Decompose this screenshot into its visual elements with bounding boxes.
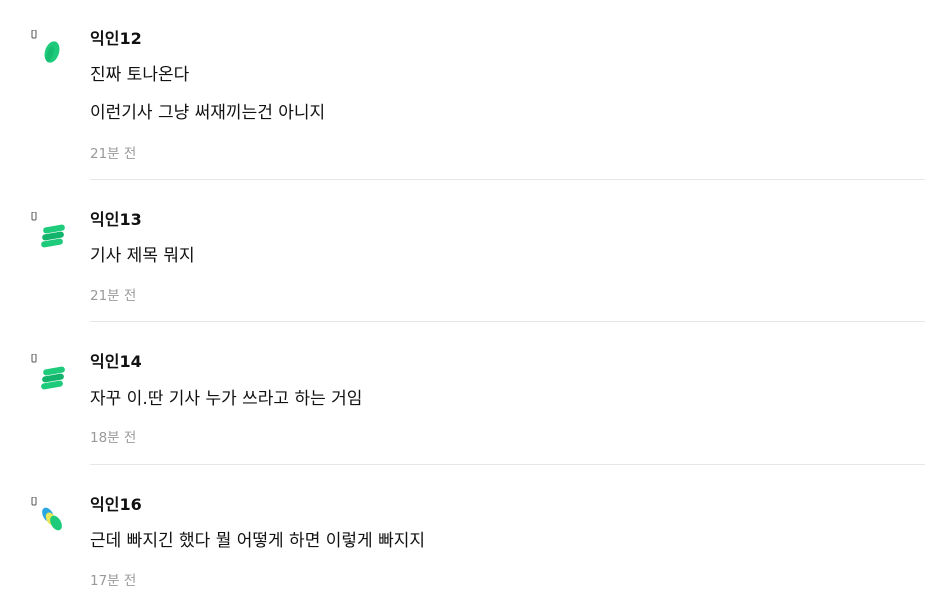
comment-author[interactable]: 익인16 [90, 495, 142, 515]
comment-item: 익인12 진짜 토나온다 이런기사 그냥 써재끼는건 아니지 21분 전 [0, 0, 925, 180]
comment-item: 익인14 자꾸 이.딴 기사 누가 쓰라고 하는 거임 18분 전 [0, 322, 925, 465]
comment-author[interactable]: 익인14 [90, 352, 142, 372]
comment-text: 진짜 토나온다 [90, 65, 190, 85]
green-leaf-icon [31, 30, 60, 63]
green-blue-yellow-pill-icon [31, 497, 62, 531]
comment-author[interactable]: 익인13 [90, 210, 142, 230]
comment-author[interactable]: 익인12 [90, 29, 142, 49]
comment-time: 17분 전 [90, 573, 137, 589]
avatar[interactable] [30, 212, 70, 256]
green-stack-icon [31, 354, 65, 390]
avatar[interactable] [30, 354, 70, 398]
comment-time: 21분 전 [90, 146, 137, 162]
comment-time: 21분 전 [90, 288, 137, 304]
comment-item: 익인13 기사 제목 뭐지 21분 전 [0, 180, 925, 322]
avatar[interactable] [30, 30, 70, 74]
comment-time: 18분 전 [90, 430, 137, 446]
avatar[interactable] [30, 497, 70, 541]
green-stack-icon [31, 212, 65, 248]
comment-text: 기사 제목 뭐지 [90, 246, 195, 266]
comment-text: 자꾸 이.딴 기사 누가 쓰라고 하는 거임 [90, 389, 363, 409]
comment-text: 근데 빠지긴 했다 뭘 어떻게 하면 이렇게 빠지지 [90, 531, 425, 551]
comment-text: 이런기사 그냥 써재끼는건 아니지 [90, 103, 326, 123]
comment-item: 익인16 근데 빠지긴 했다 뭘 어떻게 하면 이렇게 빠지지 17분 전 [0, 465, 925, 601]
